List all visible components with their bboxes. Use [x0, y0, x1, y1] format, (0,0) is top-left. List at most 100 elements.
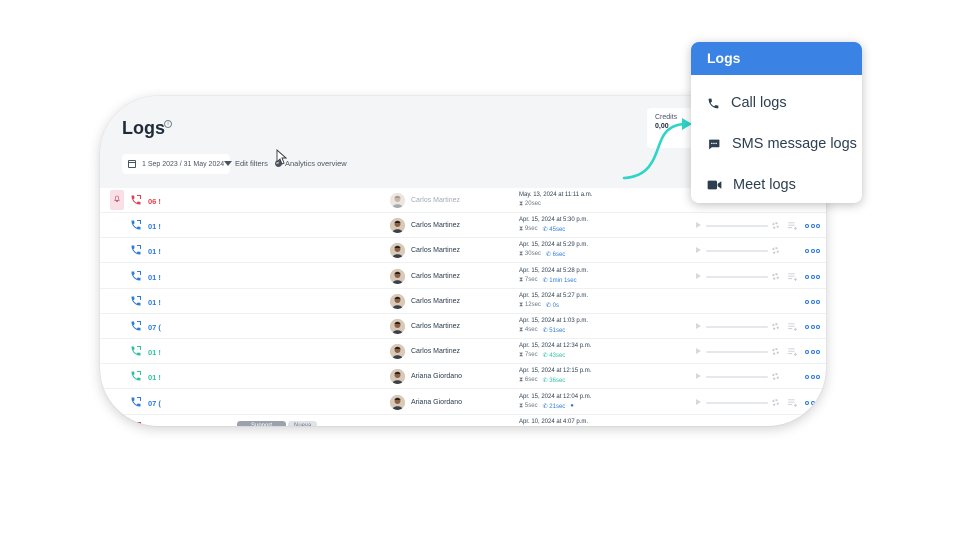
gear-icon[interactable]: [772, 272, 779, 280]
agent-name: Carlos Martinez: [411, 222, 461, 230]
gear-icon[interactable]: [772, 373, 779, 381]
talk-time: ✆ 43sec: [542, 353, 566, 360]
gear-icon[interactable]: [772, 348, 779, 356]
meet-logs-item[interactable]: Meet logs: [707, 177, 796, 193]
hourglass-icon: ⧗: [519, 377, 524, 384]
recording-player[interactable]: [696, 398, 782, 407]
edit-filters-label: Edit filters: [235, 159, 268, 168]
phone-number[interactable]: 06 !: [148, 424, 161, 426]
info-icon[interactable]: i: [164, 120, 172, 128]
play-icon[interactable]: [696, 398, 701, 405]
table-row[interactable]: 01 ! Carlos Martinez Apr. 15, 2024 at 5:27…: [100, 289, 826, 314]
phone-number[interactable]: 01 !: [148, 298, 161, 307]
add-to-queue-icon[interactable]: [788, 398, 798, 407]
phone-number[interactable]: 01 !: [148, 348, 161, 357]
date-range-picker[interactable]: 1 Sep 2023 / 31 May 2024: [122, 154, 231, 174]
add-to-queue-icon[interactable]: [788, 272, 798, 281]
avatar: [390, 319, 405, 334]
phone-small-icon: ✆: [545, 302, 551, 309]
table-row[interactable]: 07 (Ariana Giordano Apr. 15, 2024 at 12:0…: [100, 390, 826, 415]
play-icon[interactable]: [696, 247, 701, 254]
phone-number[interactable]: 06 !: [148, 197, 161, 206]
agent-name: Carlos Martinez: [411, 348, 461, 356]
more-options-icon[interactable]: [805, 221, 822, 230]
gear-icon[interactable]: [772, 398, 779, 406]
add-to-queue-icon[interactable]: [788, 222, 798, 231]
phone-small-icon: ✆: [542, 403, 548, 410]
talk-time: ✆ 0s: [545, 302, 559, 309]
phone-number[interactable]: 01 !: [148, 373, 161, 382]
more-options-icon[interactable]: [805, 272, 822, 281]
sms-logs-item[interactable]: SMS message logs: [707, 136, 857, 152]
agent-name: Carlos Martinez: [411, 272, 461, 280]
gear-icon[interactable]: [772, 247, 779, 255]
recording-player[interactable]: [696, 323, 782, 331]
playback-track[interactable]: [706, 275, 768, 278]
phone-number[interactable]: 07 (: [148, 323, 161, 332]
wait-time: ⧗ 4sec: [519, 327, 538, 333]
table-row[interactable]: 07 (Carlos Martinez Apr. 15, 2024 at 1:03…: [100, 314, 826, 339]
inbound-call-icon: [131, 371, 141, 381]
avatar: [390, 218, 405, 234]
phone-number[interactable]: 01 !: [148, 273, 161, 282]
playback-track[interactable]: [706, 250, 768, 253]
more-options-icon[interactable]: [805, 246, 822, 255]
table-row[interactable]: 01 ! Carlos Martinez Apr. 15, 2024 at 12:3…: [100, 339, 826, 365]
table-row[interactable]: 06 ! SupportNueva Apr. 10, 2024 at 4:07 p.…: [100, 415, 826, 426]
add-to-queue-icon[interactable]: [788, 323, 798, 331]
agent-name: Carlos Martinez: [411, 197, 461, 204]
play-icon[interactable]: [696, 373, 701, 380]
wait-time: ⧗ 9sec: [519, 226, 538, 233]
play-icon[interactable]: [696, 323, 701, 329]
gear-icon[interactable]: [772, 323, 779, 330]
chat-icon: [709, 139, 720, 149]
agent-name: Ariana Giordano: [411, 373, 462, 381]
playback-track[interactable]: [706, 225, 768, 228]
playback-track[interactable]: [706, 351, 768, 354]
call-durations: ⧗ 6sec ✆ 36sec: [519, 377, 565, 384]
phone-number[interactable]: 01 !: [148, 222, 161, 231]
playback-track[interactable]: [706, 376, 768, 379]
recording-player[interactable]: [696, 222, 782, 230]
outbound-call-icon: [131, 295, 141, 306]
phone-number[interactable]: 07 (: [148, 399, 161, 408]
playback-track[interactable]: [706, 401, 768, 404]
more-options-icon[interactable]: [805, 372, 822, 381]
talk-time: ✆ 36sec: [542, 378, 566, 385]
call-datetime: May. 13, 2024 at 11:11 a.m.: [519, 192, 593, 198]
table-row[interactable]: 01 ! Ariana Giordano Apr. 15, 2024 at 12:1…: [100, 364, 826, 390]
more-options-icon[interactable]: [805, 398, 822, 407]
call-logs-item[interactable]: Call logs: [707, 95, 787, 111]
recording-player[interactable]: [696, 247, 782, 255]
recording-player[interactable]: [696, 272, 782, 281]
talk-time: ✆ 6sec: [545, 252, 566, 259]
gear-icon[interactable]: [772, 222, 779, 230]
hourglass-icon: ⧗: [519, 327, 524, 333]
recording-player[interactable]: [696, 373, 782, 381]
play-icon[interactable]: [696, 348, 701, 355]
more-options-icon[interactable]: [805, 297, 822, 306]
avatar: [390, 193, 405, 208]
bell-icon[interactable]: [113, 195, 121, 203]
tag-list: Support Nueva: [237, 420, 318, 426]
table-row[interactable]: 01 ! Carlos Martinez Apr. 15, 2024 at 5:30…: [100, 213, 826, 239]
wait-time: ⧗ 5sec: [519, 402, 538, 409]
call-datetime: Apr. 10, 2024 at 4:07 p.m.: [519, 418, 589, 425]
avatar: [390, 344, 405, 360]
more-options-icon[interactable]: [805, 347, 822, 356]
table-row[interactable]: 01 ! Carlos Martinez Apr. 15, 2024 at 5:29…: [100, 238, 826, 264]
recording-player[interactable]: [696, 348, 782, 356]
edit-filters-button[interactable]: Edit filters: [224, 159, 268, 168]
sms-logs-label: SMS message logs: [732, 136, 857, 152]
table-row[interactable]: 01 ! Carlos Martinez Apr. 15, 2024 at 5:28…: [100, 264, 826, 289]
more-options-icon[interactable]: [805, 322, 822, 331]
playback-track[interactable]: [706, 326, 768, 328]
phone-icon: [708, 98, 719, 108]
add-to-queue-icon[interactable]: [788, 348, 798, 357]
play-icon[interactable]: [696, 222, 701, 229]
call-durations: ⧗ 4sec ✆ 51sec: [519, 327, 565, 334]
phone-number[interactable]: 01 !: [148, 247, 161, 256]
call-durations: ⧗ 7sec ✆ 43sec: [519, 352, 565, 359]
play-icon[interactable]: [696, 272, 701, 279]
wait-time: ⧗ 7sec: [519, 352, 538, 359]
